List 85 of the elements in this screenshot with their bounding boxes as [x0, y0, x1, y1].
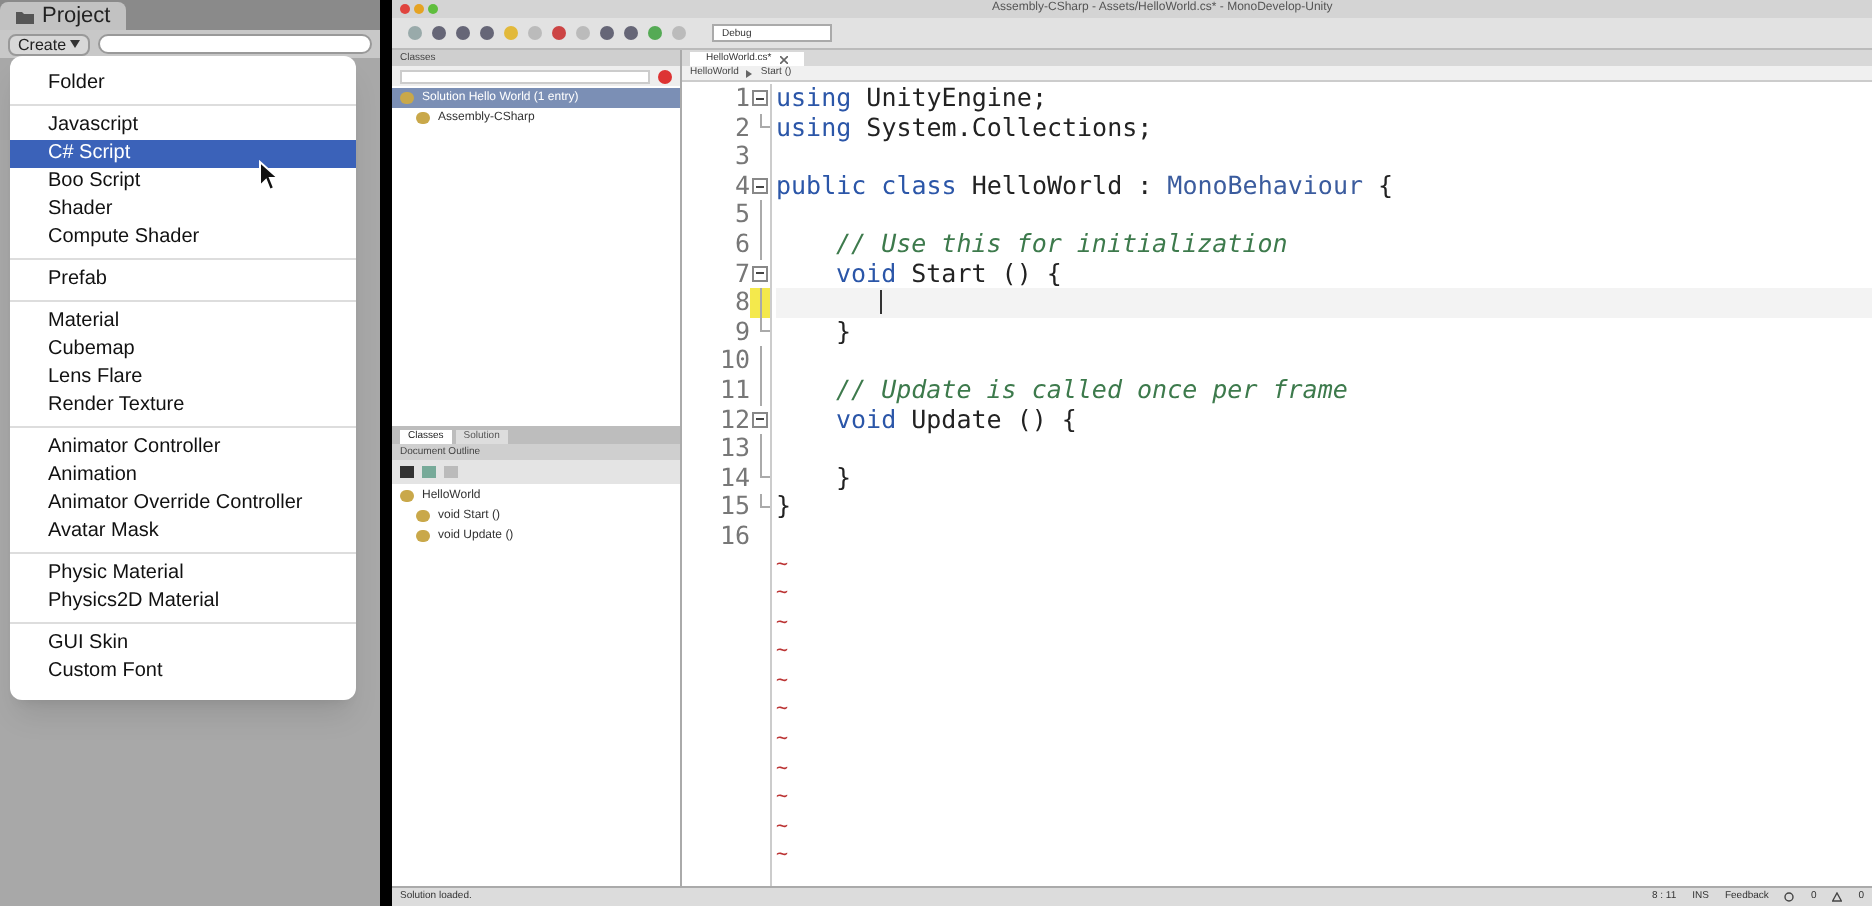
menu-item[interactable]: Animation: [10, 462, 356, 490]
code-line: void Start () {: [836, 259, 1062, 289]
collapse-icon[interactable]: [752, 178, 768, 195]
warning-icon: [1832, 892, 1843, 902]
menu-item[interactable]: GUI Skin: [10, 630, 356, 658]
menu-item[interactable]: Animator Controller: [10, 434, 356, 462]
end-marker: ~: [776, 551, 789, 579]
line-number: 15: [719, 492, 750, 522]
end-marker: ~: [776, 638, 789, 667]
line-number: 12: [719, 405, 750, 435]
node-icon: [400, 490, 414, 502]
folder-icon: [16, 9, 34, 23]
menu-item[interactable]: Compute Shader: [10, 224, 356, 252]
end-marker: ~: [776, 696, 789, 725]
end-marker: ~: [776, 755, 789, 784]
end-marker: ~: [776, 726, 789, 755]
line-number: 9: [734, 317, 750, 347]
menu-item[interactable]: Javascript: [10, 112, 356, 140]
menu-item[interactable]: Boo Script: [10, 168, 356, 196]
line-number: 14: [719, 463, 750, 493]
end-marker: ~: [776, 609, 789, 638]
menu-item[interactable]: C# Script: [10, 140, 356, 168]
line-number: 6: [734, 229, 750, 260]
end-marker: ~: [776, 813, 789, 842]
code-line: }: [836, 463, 852, 493]
menu-item[interactable]: Avatar Mask: [10, 518, 356, 546]
node-icon: [400, 92, 414, 104]
menu-item[interactable]: Material: [10, 308, 356, 336]
line-number: 1: [734, 84, 750, 114]
menu-item[interactable]: Cubemap: [10, 336, 356, 364]
fold-end: [759, 318, 769, 333]
code-line: }: [836, 317, 852, 347]
code-line: using System.Collections;: [776, 113, 1153, 143]
node-icon: [416, 530, 430, 542]
create-button[interactable]: Create: [8, 33, 91, 55]
menu-item[interactable]: Animator Override Controller: [10, 490, 356, 518]
line-number: 7: [734, 259, 750, 289]
cursor-icon: [258, 160, 280, 192]
line-number: 11: [719, 375, 750, 406]
line-number: 3: [734, 142, 750, 172]
code-line: }: [776, 492, 792, 522]
node-icon: [416, 510, 430, 522]
text-cursor: [880, 290, 882, 315]
chevron-icon: [746, 69, 753, 77]
menu-item[interactable]: Physic Material: [10, 560, 356, 588]
line-number: 13: [719, 434, 750, 464]
collapse-icon[interactable]: [752, 90, 768, 107]
fold-end: [759, 113, 769, 128]
end-marker: ~: [776, 580, 789, 609]
search-field[interactable]: [98, 34, 372, 54]
line-number: 8: [734, 288, 750, 318]
line-number: 4: [734, 171, 750, 201]
menu-item[interactable]: Physics2D Material: [10, 588, 356, 616]
end-marker: ~: [776, 842, 789, 871]
close-icon[interactable]: [779, 55, 788, 63]
line-number: 5: [734, 200, 750, 230]
clear-icon[interactable]: [658, 69, 672, 83]
menu-item[interactable]: Folder: [10, 70, 356, 98]
search-field[interactable]: [400, 69, 650, 83]
line-number: 10: [719, 346, 750, 376]
fold-line: [759, 434, 761, 464]
minimize-icon[interactable]: [414, 4, 424, 14]
line-number: 2: [734, 113, 750, 143]
menu-item[interactable]: Render Texture: [10, 392, 356, 420]
project-tab[interactable]: Project: [0, 2, 127, 30]
fold-line: [759, 288, 761, 318]
close-icon[interactable]: [400, 4, 410, 14]
menu-item[interactable]: Prefab: [10, 266, 356, 294]
end-marker: ~: [776, 667, 789, 696]
collapse-icon[interactable]: [752, 265, 768, 282]
zoom-icon[interactable]: [428, 4, 438, 14]
code-line: // Use this for initialization: [836, 229, 1288, 260]
menu-item[interactable]: Shader: [10, 196, 356, 224]
error-icon: [1784, 892, 1795, 902]
code-line: public class HelloWorld : MonoBehaviour {: [776, 171, 1394, 201]
end-marker: ~: [776, 784, 789, 813]
code-line: // Update is called once per frame: [836, 375, 1348, 406]
collapse-icon[interactable]: [752, 411, 768, 428]
code-line: using UnityEngine;: [776, 84, 1047, 114]
node-icon: [416, 112, 430, 124]
caret-icon: [70, 40, 81, 48]
line-number: 16: [719, 521, 750, 551]
code-line: void Update () {: [836, 405, 1077, 435]
menu-item[interactable]: Lens Flare: [10, 364, 356, 392]
menu-item[interactable]: Custom Font: [10, 658, 356, 686]
